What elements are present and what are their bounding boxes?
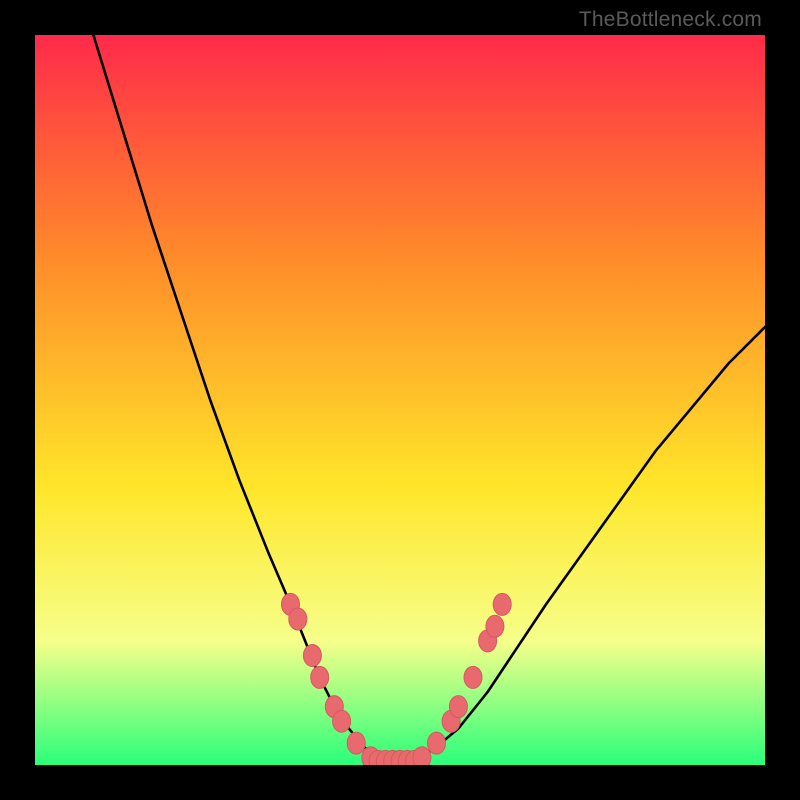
data-marker [347, 732, 365, 754]
plot-area [35, 35, 765, 765]
curve-layer [35, 35, 765, 765]
data-marker [303, 645, 321, 667]
data-marker [311, 666, 329, 688]
data-marker [413, 747, 431, 765]
watermark-text: TheBottleneck.com [579, 8, 762, 32]
data-marker [428, 732, 446, 754]
data-marker [493, 593, 511, 615]
data-marker [449, 696, 467, 718]
data-marker [486, 615, 504, 637]
chart-frame: TheBottleneck.com [0, 0, 800, 800]
bottleneck-curve [93, 35, 765, 761]
data-marker [464, 666, 482, 688]
marker-group [282, 593, 512, 765]
data-marker [289, 608, 307, 630]
data-marker [333, 710, 351, 732]
